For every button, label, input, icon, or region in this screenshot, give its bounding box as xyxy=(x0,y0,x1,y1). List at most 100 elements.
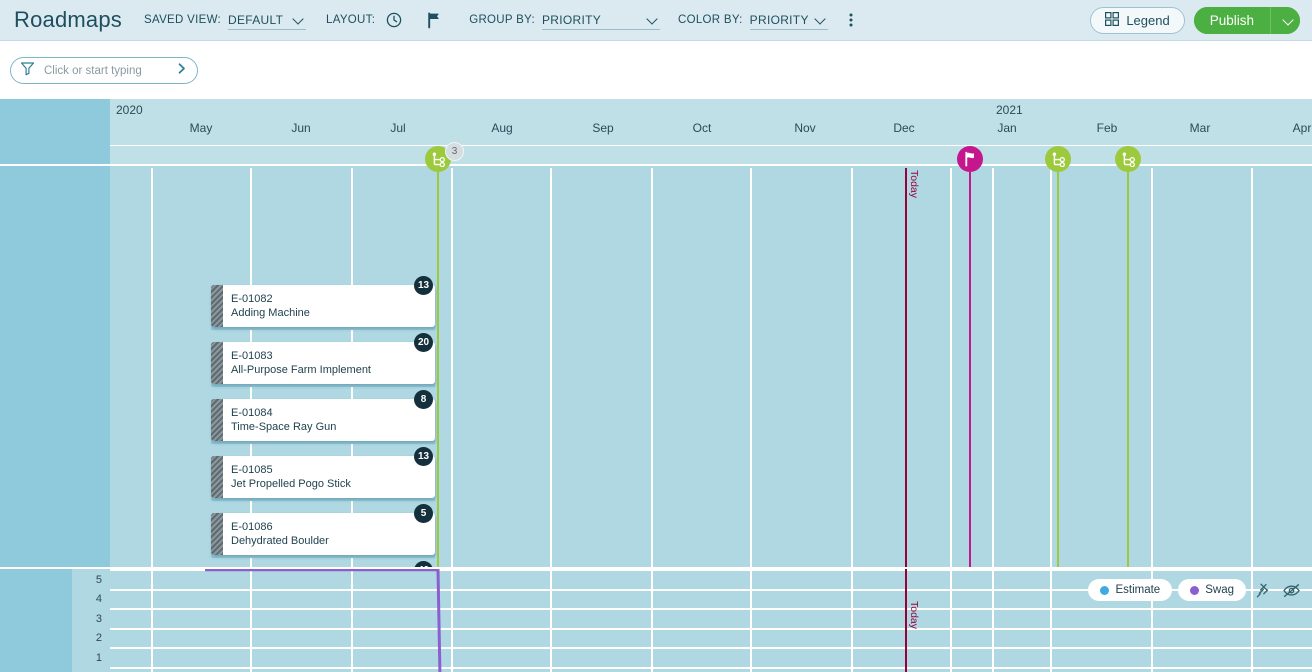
timeline-gridline xyxy=(1050,168,1052,567)
card-count-badge: 13 xyxy=(414,447,433,466)
unpin-icon[interactable] xyxy=(1252,579,1274,601)
milestone-stem-line xyxy=(969,172,971,567)
card-drag-handle[interactable] xyxy=(211,513,223,555)
group-by-select[interactable]: PRIORITY xyxy=(541,10,660,30)
legend-dot-swag xyxy=(1190,585,1200,595)
color-by-label: COLOR BY: xyxy=(677,14,743,26)
saved-view-select[interactable]: DEFAULT xyxy=(228,10,307,30)
card-drag-handle[interactable] xyxy=(211,456,223,498)
timeline-card[interactable]: E-01086 Dehydrated Boulder xyxy=(211,513,435,555)
card-count-badge: 5 xyxy=(414,504,433,523)
timeline-gridline xyxy=(550,168,552,567)
publish-button[interactable]: Publish xyxy=(1193,6,1270,34)
eye-slash-icon[interactable] xyxy=(1280,579,1302,601)
kebab-menu-icon[interactable] xyxy=(838,7,864,33)
chart-y-tick-label: 3 xyxy=(95,612,102,625)
chart-y-tick-label: 1 xyxy=(95,651,102,664)
legend-dot-estimate xyxy=(1100,585,1110,595)
chevron-down-icon xyxy=(1283,15,1294,26)
card-drag-handle[interactable] xyxy=(211,285,223,327)
card-id: E-01084 xyxy=(231,407,273,419)
timeline-body: Today E-01082 Adding Machine 13 E-01083 All-P… xyxy=(110,168,1312,567)
group-by-label: GROUP BY: xyxy=(469,14,535,26)
card-title: Adding Machine xyxy=(231,307,310,319)
legend-item-swag[interactable]: Swag xyxy=(1178,579,1246,601)
card-id: E-01082 xyxy=(231,293,273,305)
timeline-month-row: May Jun Jul Aug Sep Oct Nov Dec Jan Feb Mar Apr xyxy=(110,121,1312,145)
timeline-month-label: May xyxy=(189,121,213,135)
flag-icon[interactable] xyxy=(957,146,983,172)
timeline-gridline xyxy=(750,168,752,567)
timeline-month-label: Oct xyxy=(692,121,712,135)
card-count-badge: 20 xyxy=(414,333,433,352)
timeline-card[interactable]: E-01085 Jet Propelled Pogo Stick xyxy=(211,456,435,498)
chart-y-axis: 5 4 3 2 1 xyxy=(72,569,110,672)
timeline-panel: 2020 2021 May Jun Jul Aug Sep Oct Nov Dec Jan Feb M… xyxy=(0,99,1312,567)
grid-squares-icon xyxy=(1105,11,1120,29)
milestone-stem-line xyxy=(437,172,439,567)
chart-series-line xyxy=(205,569,442,672)
legend-button-label: Legend xyxy=(1126,12,1170,28)
timeline-card[interactable]: E-01084 Time-Space Ray Gun xyxy=(211,399,435,441)
today-marker-line: Today xyxy=(905,168,920,567)
release-branch-icon[interactable] xyxy=(1045,146,1071,172)
card-id: E-01085 xyxy=(231,464,273,476)
timeline-marker-band: 3 xyxy=(110,142,1312,567)
card-text: E-01085 Jet Propelled Pogo Stick xyxy=(231,463,351,491)
chevron-right-icon[interactable] xyxy=(176,62,188,80)
clock-icon[interactable] xyxy=(381,7,407,33)
card-id: E-01083 xyxy=(231,350,273,362)
card-drag-handle[interactable] xyxy=(211,342,223,384)
chart-legend: Estimate Swag xyxy=(1088,579,1302,601)
timeline-card[interactable]: E-01083 All-Purpose Farm Implement xyxy=(211,342,435,384)
chevron-down-icon xyxy=(647,14,658,25)
timeline-month-label: Dec xyxy=(893,121,915,135)
funnel-icon xyxy=(20,61,35,81)
color-by-select[interactable]: PRIORITY xyxy=(749,10,828,30)
card-id: E-01086 xyxy=(231,521,273,533)
timeline-month-label: Mar xyxy=(1189,121,1211,135)
timeline-gridline xyxy=(1251,168,1253,567)
legend-label-swag: Swag xyxy=(1205,584,1234,596)
color-by-value: PRIORITY xyxy=(749,12,809,27)
publish-button-group: Publish xyxy=(1193,6,1300,34)
timeline-year-label: 2020 xyxy=(116,103,143,117)
card-text: E-01084 Time-Space Ray Gun xyxy=(231,406,336,434)
card-drag-handle[interactable] xyxy=(211,399,223,441)
timeline-month-label: Jun xyxy=(291,121,311,135)
saved-view-group: SAVED VIEW: DEFAULT xyxy=(144,0,307,41)
timeline-gridline xyxy=(451,168,453,567)
timeline-month-label: Aug xyxy=(491,121,513,135)
timeline-gridline xyxy=(651,168,653,567)
milestone-stem-line xyxy=(1057,172,1059,567)
card-count-badge: 8 xyxy=(414,390,433,409)
publish-dropdown-button[interactable] xyxy=(1270,6,1300,34)
milestone-count-badge: 3 xyxy=(445,142,464,161)
timeline-card[interactable]: E-01082 Adding Machine xyxy=(211,285,435,327)
saved-view-label: SAVED VIEW: xyxy=(144,14,222,26)
legend-item-estimate[interactable]: Estimate xyxy=(1088,579,1173,601)
layout-label: LAYOUT: xyxy=(326,14,376,26)
chart-y-tick-label: 4 xyxy=(95,593,102,605)
card-count-badge: 13 xyxy=(414,276,433,295)
row-header-top-cell xyxy=(0,99,110,166)
filter-bar: Click or start typing xyxy=(0,41,1312,99)
chart-y-tick-label: 5 xyxy=(95,573,102,586)
card-title: All-Purpose Farm Implement xyxy=(231,364,371,376)
timeline-gridline xyxy=(151,168,153,567)
timeline-row-header-column xyxy=(0,99,110,567)
timeline-month-label: Jan xyxy=(997,121,1017,135)
top-toolbar: Roadmaps SAVED VIEW: DEFAULT LAYOUT: GRO… xyxy=(0,0,1312,41)
timeline-month-label: Feb xyxy=(1096,121,1118,135)
card-title: Dehydrated Boulder xyxy=(231,535,329,547)
legend-button[interactable]: Legend xyxy=(1090,6,1185,34)
release-branch-icon[interactable] xyxy=(1115,146,1141,172)
card-count-badge: 40 xyxy=(414,561,433,567)
row-header-group-cell xyxy=(0,168,110,567)
filter-input-placeholder: Click or start typing xyxy=(44,64,142,77)
timeline-month-label: Sep xyxy=(592,121,614,135)
card-text: E-01083 All-Purpose Farm Implement xyxy=(231,349,371,377)
timeline-month-label: Apr xyxy=(1292,121,1312,135)
flag-icon[interactable] xyxy=(421,7,447,33)
filter-input-pill[interactable]: Click or start typing xyxy=(10,57,198,84)
